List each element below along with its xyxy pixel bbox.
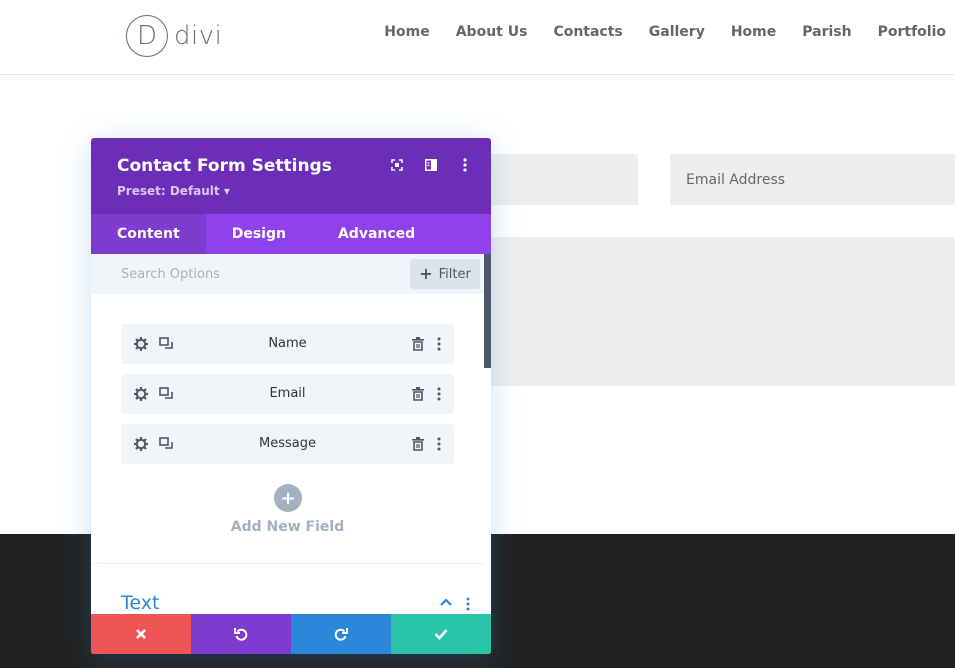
fullscreen-icon[interactable] bbox=[391, 158, 403, 172]
tab-design[interactable]: Design bbox=[206, 214, 312, 254]
more-icon[interactable] bbox=[435, 436, 443, 452]
modal-action-bar bbox=[91, 614, 491, 654]
nav-item-portfolio[interactable]: Portfolio bbox=[878, 24, 946, 40]
plus-icon: + bbox=[280, 487, 296, 509]
close-icon bbox=[136, 629, 146, 639]
filter-label: Filter bbox=[438, 266, 471, 282]
email-input-preview[interactable]: Email Address bbox=[670, 154, 955, 205]
redo-button[interactable] bbox=[291, 614, 391, 654]
logo-text: divi bbox=[174, 21, 223, 51]
more-icon[interactable] bbox=[465, 596, 471, 612]
field-item-name[interactable]: Name bbox=[121, 324, 454, 364]
nav-item-parish[interactable]: Parish bbox=[802, 24, 851, 40]
scrollbar[interactable] bbox=[484, 254, 491, 368]
nav-item-contacts[interactable]: Contacts bbox=[553, 24, 622, 40]
save-button[interactable] bbox=[391, 614, 491, 654]
tab-advanced[interactable]: Advanced bbox=[312, 214, 441, 254]
contact-form-settings-modal: Contact Form Settings Preset: Default ▾ … bbox=[91, 138, 491, 654]
more-icon[interactable] bbox=[435, 336, 443, 352]
site-header: D divi Home About Us Contacts Gallery Ho… bbox=[0, 0, 955, 75]
field-label: Email bbox=[269, 386, 306, 401]
settings-tabs: Content Design Advanced bbox=[91, 214, 491, 254]
field-item-email[interactable]: Email bbox=[121, 374, 454, 414]
modal-header[interactable]: Contact Form Settings Preset: Default ▾ bbox=[91, 138, 491, 214]
redo-icon bbox=[334, 628, 348, 641]
field-label: Name bbox=[268, 336, 307, 351]
nav-item-home[interactable]: Home bbox=[384, 24, 429, 40]
preset-selector[interactable]: Preset: Default ▾ bbox=[117, 184, 230, 198]
trash-icon[interactable] bbox=[411, 336, 425, 352]
field-list: Name Email Message bbox=[121, 324, 454, 474]
add-new-field-label[interactable]: Add New Field bbox=[91, 519, 484, 535]
undo-icon bbox=[234, 628, 248, 641]
section-title-text[interactable]: Text bbox=[121, 592, 159, 614]
message-input-preview[interactable] bbox=[480, 237, 955, 386]
more-icon[interactable] bbox=[435, 386, 443, 402]
nav-item-gallery[interactable]: Gallery bbox=[649, 24, 705, 40]
trash-icon[interactable] bbox=[411, 386, 425, 402]
plus-icon: + bbox=[419, 264, 433, 283]
main-nav: Home About Us Contacts Gallery Home Pari… bbox=[384, 24, 946, 40]
filter-button[interactable]: + Filter bbox=[410, 259, 480, 289]
more-options-icon[interactable] bbox=[459, 158, 471, 172]
nav-item-about-us[interactable]: About Us bbox=[456, 24, 528, 40]
site-logo[interactable]: D divi bbox=[126, 15, 222, 57]
split-view-icon[interactable] bbox=[425, 158, 437, 172]
email-placeholder: Email Address bbox=[686, 171, 786, 188]
chevron-up-icon[interactable] bbox=[440, 597, 452, 607]
name-input-preview[interactable] bbox=[480, 154, 638, 205]
check-icon bbox=[434, 629, 448, 640]
section-divider bbox=[91, 563, 484, 564]
add-field-button[interactable]: + bbox=[274, 484, 302, 512]
header-actions bbox=[391, 158, 471, 172]
field-item-message[interactable]: Message bbox=[121, 424, 454, 464]
trash-icon[interactable] bbox=[411, 436, 425, 452]
nav-item-home-2[interactable]: Home bbox=[731, 24, 776, 40]
search-options-input[interactable] bbox=[121, 254, 401, 294]
logo-mark: D bbox=[126, 15, 168, 57]
undo-button[interactable] bbox=[191, 614, 291, 654]
tab-content[interactable]: Content bbox=[91, 214, 206, 254]
search-options-bar: + Filter bbox=[91, 254, 491, 294]
modal-title: Contact Form Settings bbox=[117, 156, 332, 176]
field-label: Message bbox=[259, 436, 316, 451]
cancel-button[interactable] bbox=[91, 614, 191, 654]
